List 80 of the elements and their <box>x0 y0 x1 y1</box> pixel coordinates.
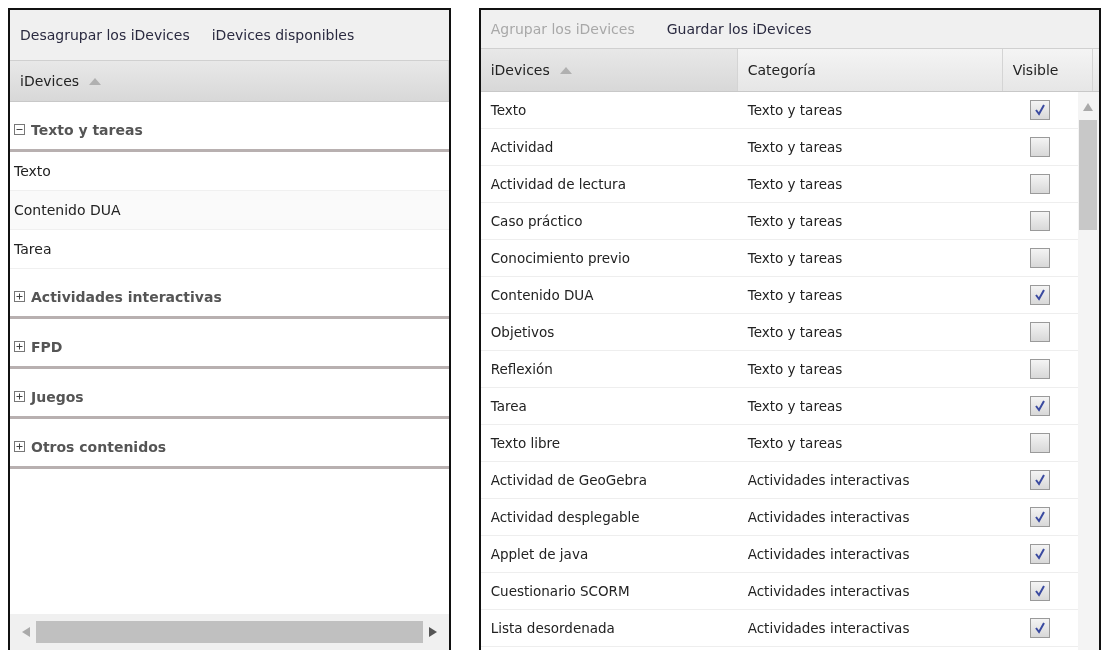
toolbar-button[interactable]: Guardar los iDevices <box>666 21 812 37</box>
scroll-right-icon[interactable] <box>428 627 437 637</box>
expand-icon[interactable] <box>14 341 25 352</box>
column-header[interactable]: Categoría <box>737 49 1003 91</box>
table-cell-text: Lista desordenada <box>489 619 616 638</box>
checkbox[interactable] <box>1030 248 1051 268</box>
checkbox[interactable] <box>1030 137 1051 157</box>
table-cell-text: Texto y tareas <box>746 286 844 305</box>
table-cell-text: Objetivos <box>489 323 556 342</box>
table-cell-text: Tarea <box>489 397 528 416</box>
table-cell-text: Texto y tareas <box>746 434 844 453</box>
checkbox[interactable] <box>1030 470 1051 490</box>
table-cell-text: Actividades interactivas <box>746 471 911 490</box>
column-header[interactable]: Visible <box>1002 49 1093 91</box>
table-cell-text: Cuestionario SCORM <box>489 582 631 601</box>
list-item[interactable]: Contenido DUA <box>10 191 449 230</box>
checkbox[interactable] <box>1030 544 1051 564</box>
group-label: Otros contenidos <box>31 438 167 455</box>
expand-icon[interactable] <box>14 441 25 452</box>
table-cell-text: Texto y tareas <box>746 397 844 416</box>
group-label: FPD <box>31 338 63 355</box>
checkbox[interactable] <box>1030 507 1051 527</box>
table-cell-text: Actividades interactivas <box>746 582 911 601</box>
table-cell-text: Texto y tareas <box>746 323 844 342</box>
table-cell-text: Texto y tareas <box>746 212 844 231</box>
checkbox[interactable] <box>1030 174 1051 194</box>
checkbox[interactable] <box>1030 581 1051 601</box>
table-cell-text: Actividades interactivas <box>746 508 911 527</box>
table-cell-text: Actividades interactivas <box>746 545 911 564</box>
checkmark-icon <box>1034 585 1047 597</box>
table-cell-text: Texto y tareas <box>746 138 844 157</box>
table-cell-text: Applet de java <box>489 545 590 564</box>
table-cell-text: Caso práctico <box>489 212 584 231</box>
expand-icon[interactable] <box>14 291 25 302</box>
table-cell-text: Texto <box>489 101 528 120</box>
toolbar-button[interactable]: iDevices disponibles <box>211 27 355 43</box>
group-label: Texto y tareas <box>31 121 143 138</box>
expand-icon[interactable] <box>14 391 25 402</box>
checkmark-icon <box>1034 104 1047 116</box>
checkbox[interactable] <box>1030 211 1051 231</box>
group-header[interactable]: Juegos <box>10 369 449 419</box>
table-cell-text: Contenido DUA <box>489 286 595 305</box>
checkmark-icon <box>1034 400 1047 412</box>
checkbox[interactable] <box>1030 396 1051 416</box>
checkbox[interactable] <box>1030 359 1051 379</box>
checkmark-icon <box>1034 548 1047 560</box>
toolbar-button[interactable]: Desagrupar los iDevices <box>20 27 190 43</box>
checkmark-icon <box>1034 511 1047 523</box>
group-header[interactable]: FPD <box>10 319 449 369</box>
collapse-icon[interactable] <box>14 124 25 135</box>
group-label: Juegos <box>31 388 84 405</box>
table-cell-text: Actividad <box>489 138 555 157</box>
table-cell-text: Actividad de GeoGebra <box>489 471 648 490</box>
scroll-thumb[interactable] <box>1079 120 1098 230</box>
table-cell-text: Texto y tareas <box>746 101 844 120</box>
group-label: Actividades interactivas <box>31 288 222 305</box>
checkbox[interactable] <box>1030 618 1051 638</box>
horizontal-scrollbar[interactable] <box>10 614 449 650</box>
checkmark-icon <box>1034 289 1047 301</box>
table-cell-text: Texto y tareas <box>746 360 844 379</box>
table-cell-text: Actividad de lectura <box>489 175 627 194</box>
checkmark-icon <box>1034 622 1047 634</box>
group-header[interactable]: Actividades interactivas <box>10 269 449 319</box>
scroll-thumb[interactable] <box>36 621 423 643</box>
table-cell-text: Actividades interactivas <box>746 619 911 638</box>
table-cell-text: Texto libre <box>489 434 562 453</box>
checkmark-icon <box>1034 474 1047 486</box>
table-cell-text: Conocimiento previo <box>489 249 632 268</box>
checkbox[interactable] <box>1030 322 1051 342</box>
checkbox[interactable] <box>1030 285 1051 305</box>
table-cell-text: Reflexión <box>489 360 554 379</box>
table-cell-text: Texto y tareas <box>746 175 844 194</box>
group-header[interactable]: Otros contenidos <box>10 419 449 469</box>
checkbox[interactable] <box>1030 100 1051 120</box>
table-cell-text: Texto y tareas <box>746 249 844 268</box>
table-cell-text: Actividad desplegable <box>489 508 641 527</box>
vertical-scrollbar[interactable] <box>1077 92 1099 650</box>
checkbox[interactable] <box>1030 433 1051 453</box>
column-header[interactable]: iDevices <box>10 61 449 101</box>
column-header[interactable]: iDevices <box>480 49 738 91</box>
